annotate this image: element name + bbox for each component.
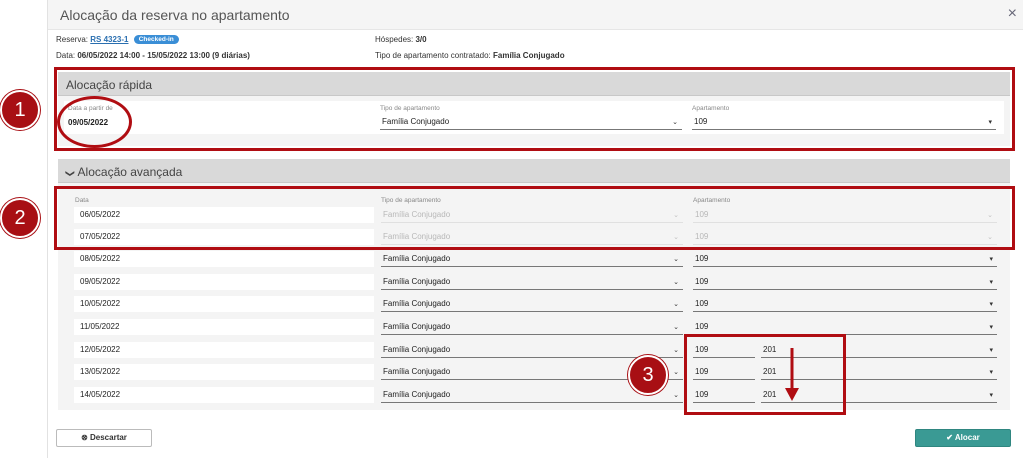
caret-down-icon: ▾ <box>989 392 993 399</box>
row-type-select[interactable]: Família Conjugado ⌄ <box>381 344 683 358</box>
row-type-value: Família Conjugado <box>383 322 451 331</box>
row-date: 14/05/2022 <box>74 387 374 403</box>
tipo-label: Tipo de apartamento contratado: <box>375 51 491 60</box>
row-date: 09/05/2022 <box>74 274 374 290</box>
row-type-value: Família Conjugado <box>383 254 451 263</box>
data-value: 06/05/2022 14:00 - 15/05/2022 13:00 (9 d… <box>77 51 250 60</box>
alocar-button[interactable]: ✔ Alocar <box>915 429 1011 447</box>
row-apt-select[interactable]: 109 ▾ <box>693 298 997 312</box>
caret-down-icon: ▾ <box>989 301 993 308</box>
advanced-allocation-title: ❯ Alocação avançada <box>65 165 183 179</box>
row-type-value: Família Conjugado <box>383 390 451 399</box>
row-date: 08/05/2022 <box>74 251 374 267</box>
caret-down-icon: ▾ <box>989 347 993 354</box>
row-apt-value: 109 <box>695 254 709 263</box>
reserva-label: Reserva: <box>56 35 89 44</box>
row-apt-value: 109 <box>695 322 709 331</box>
annotation-number-3: 3 <box>628 355 668 395</box>
row-date: 10/05/2022 <box>74 296 374 312</box>
date-info: Data: 06/05/2022 14:00 - 15/05/2022 13:0… <box>56 51 250 60</box>
row-type-value: Família Conjugado <box>383 277 451 286</box>
contracted-type-info: Tipo de apartamento contratado: Família … <box>375 51 565 60</box>
row-apt-select[interactable]: 109 ▾ <box>693 276 997 290</box>
advanced-allocation-header[interactable]: ❯ Alocação avançada <box>58 159 1010 183</box>
caret-down-icon: ▾ <box>989 256 993 263</box>
row-type-select[interactable]: Família Conjugado ⌄ <box>381 276 683 290</box>
tipo-value: Família Conjugado <box>493 51 565 60</box>
annotation-box-split <box>684 334 846 415</box>
chevron-down-icon: ⌄ <box>673 369 679 376</box>
row-type-value: Família Conjugado <box>383 299 451 308</box>
row-type-select[interactable]: Família Conjugado ⌄ <box>381 321 683 335</box>
row-apt-value: 109 <box>695 277 709 286</box>
annotation-number-1: 1 <box>0 90 40 130</box>
row-date: 11/05/2022 <box>74 319 374 335</box>
close-icon[interactable]: × <box>1008 5 1017 23</box>
annotation-number-2: 2 <box>0 198 40 238</box>
chevron-down-icon: ⌄ <box>673 347 679 354</box>
row-type-select[interactable]: Família Conjugado ⌄ <box>381 253 683 267</box>
chevron-down-icon: ⌄ <box>673 324 679 331</box>
data-label: Data: <box>56 51 76 60</box>
row-date: 13/05/2022 <box>74 364 374 380</box>
chevron-down-icon: ⌄ <box>673 279 679 286</box>
times-circle-icon: ⊗ <box>81 433 88 442</box>
chevron-down-icon: ⌄ <box>673 256 679 263</box>
modal-header: Alocação da reserva no apartamento × <box>48 0 1023 30</box>
chevron-down-icon: ⌄ <box>673 301 679 308</box>
reserva-link[interactable]: RS 4323-1 <box>90 35 128 44</box>
hospedes-value: 3/0 <box>415 35 427 44</box>
caret-down-icon: ▾ <box>989 369 993 376</box>
row-apt-value: 109 <box>695 299 709 308</box>
caret-down-icon: ▾ <box>989 279 993 286</box>
reservation-info: Reserva: RS 4323-1 Checked-in <box>56 35 179 44</box>
row-apt-select[interactable]: 109 ▾ <box>693 253 997 267</box>
hospedes-label: Hóspedes: <box>375 35 414 44</box>
discard-button[interactable]: ⊗ Descartar <box>56 429 152 447</box>
check-circle-icon: ✔ <box>946 433 953 442</box>
row-type-value: Família Conjugado <box>383 345 451 354</box>
caret-down-icon: ▾ <box>989 324 993 331</box>
annotation-box-quick <box>54 67 1015 151</box>
row-date: 12/05/2022 <box>74 342 374 358</box>
annotation-arrow-icon <box>785 348 799 401</box>
modal-title: Alocação da reserva no apartamento <box>60 7 290 23</box>
guests-info: Hóspedes: 3/0 <box>375 35 427 44</box>
chevron-down-icon: ⌄ <box>673 392 679 399</box>
row-apt-select[interactable]: 109 ▾ <box>693 321 997 335</box>
annotation-box-advanced <box>54 186 1015 250</box>
row-type-select[interactable]: Família Conjugado ⌄ <box>381 298 683 312</box>
annotation-ellipse-date <box>57 96 132 148</box>
status-badge: Checked-in <box>133 35 179 44</box>
row-type-value: Família Conjugado <box>383 367 451 376</box>
chevron-down-icon: ❯ <box>65 169 76 178</box>
